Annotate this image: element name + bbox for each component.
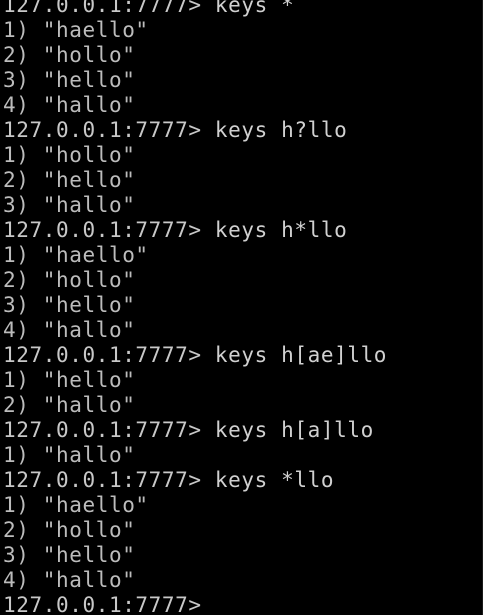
output-line: 1) "haello" [3,243,149,267]
output-line: 3) "hello" [3,293,136,317]
prompt-text: 127.0.0.1:7777> [3,468,215,492]
output-line: 4) "hallo" [3,318,136,342]
output-line: 1) "hollo" [3,143,136,167]
command-text: keys h*llo [214,218,348,242]
prompt-text: 127.0.0.1:7777> [3,0,215,17]
output-line: 2) "hollo" [3,518,136,542]
output-line: 1) "haello" [3,18,149,42]
prompt-text: 127.0.0.1:7777> [3,418,215,442]
prompt-text: 127.0.0.1:7777> [3,343,215,367]
command-text: keys *llo [214,468,335,492]
output-line: 2) "hello" [3,168,136,192]
output-line: 2) "hollo" [3,268,136,292]
output-line: 3) "hello" [3,68,136,92]
output-line: 2) "hallo" [3,393,136,417]
command-text: keys h[a]llo [214,418,374,442]
terminal-output: 127.0.0.1:7777> keys * 1) "haello" 2) "hol… [3,0,387,615]
output-line: 1) "haello" [3,493,149,517]
prompt-text: 127.0.0.1:7777> [3,593,215,615]
prompt-line: 127.0.0.1:7777> keys h*llo [3,218,387,243]
command-text: keys h?llo [214,118,348,142]
output-line: 4) "hallo" [3,93,136,117]
prompt-line: 127.0.0.1:7777> keys h[ae]llo [3,343,387,368]
prompt-line: 127.0.0.1:7777> keys * [3,0,387,18]
prompt-line: 127.0.0.1:7777> keys h[a]llo [3,418,387,443]
prompt-line: 127.0.0.1:7777> keys *llo [3,468,387,493]
prompt-text: 127.0.0.1:7777> [3,118,215,142]
output-line: 4) "hallo" [3,568,136,592]
output-line: 3) "hallo" [3,193,136,217]
command-text: keys h[ae]llo [214,343,388,367]
output-line: 1) "hello" [3,368,136,392]
prompt-text: 127.0.0.1:7777> [3,218,215,242]
prompt-line: 127.0.0.1:7777> keys h?llo [3,118,387,143]
output-line: 1) "hallo" [3,443,136,467]
output-line: 2) "hollo" [3,43,136,67]
command-text: keys * [214,0,295,17]
terminal-window[interactable]: 127.0.0.1:7777> keys * 1) "haello" 2) "hol… [0,0,483,615]
prompt-line: 127.0.0.1:7777> [3,593,387,615]
output-line: 3) "hello" [3,543,136,567]
